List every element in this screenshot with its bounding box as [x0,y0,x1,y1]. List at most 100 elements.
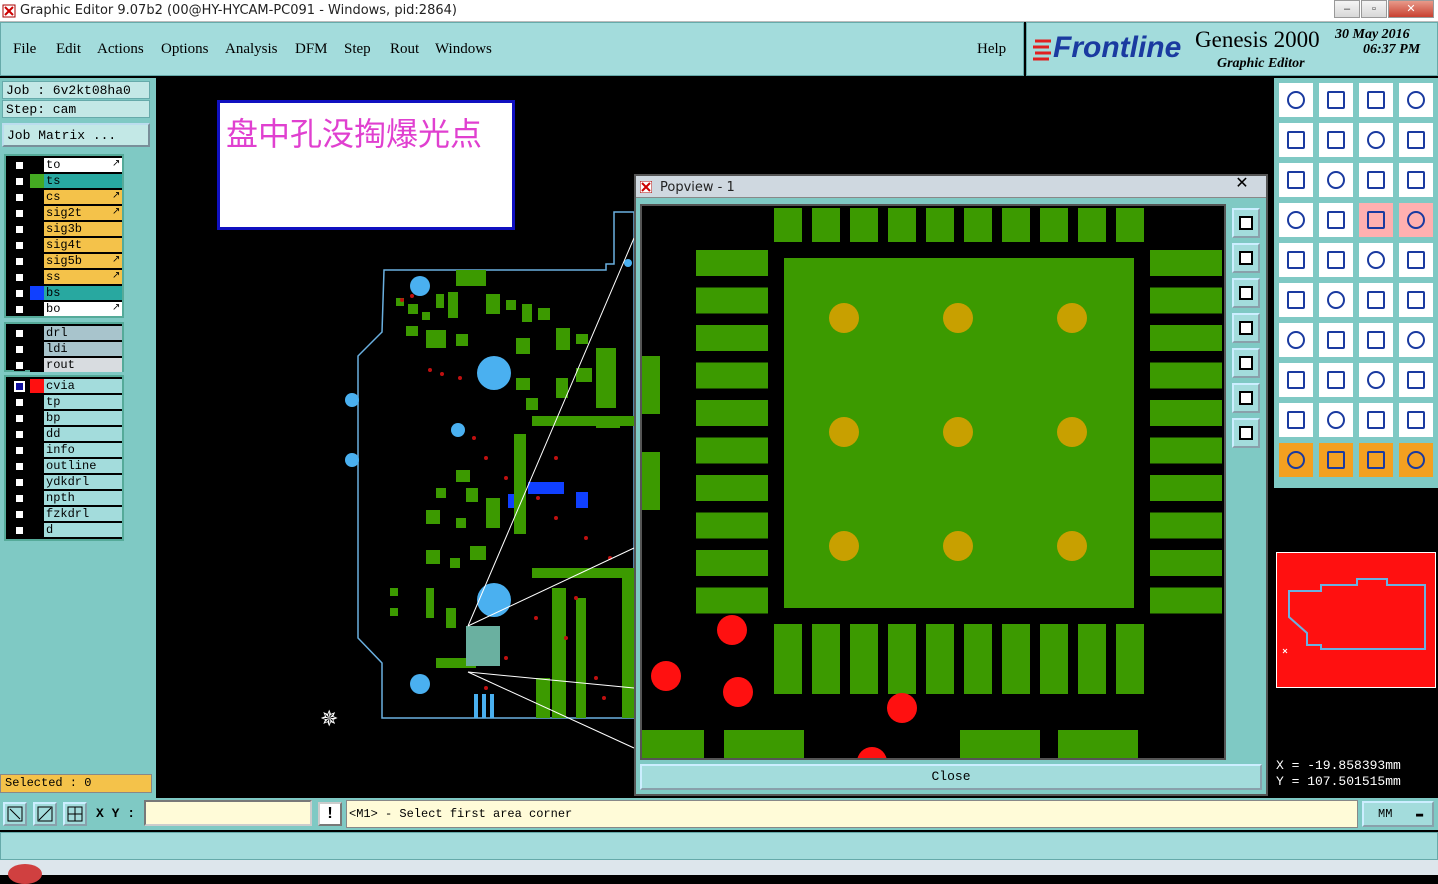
layer-checkbox[interactable] [14,288,25,299]
board-overview-map[interactable] [1276,552,1436,688]
layer-row-cvia[interactable]: cvia [6,379,122,394]
xy-input[interactable] [144,800,312,826]
layer-row-ydkdrl[interactable]: ydkdrl [6,475,122,490]
layer-checkbox[interactable] [14,413,25,424]
tool-button-triangle4[interactable] [1397,401,1435,439]
tool-button-mirror[interactable] [1397,321,1435,359]
layer-checkbox[interactable] [14,224,25,235]
tool-button-select4[interactable] [1397,441,1435,479]
tool-button-zoom-fit[interactable] [1357,121,1395,159]
popview-close-button[interactable]: Close [640,764,1262,790]
tool-button-triangle[interactable] [1277,401,1315,439]
maximize-button[interactable]: ▫ [1361,0,1387,18]
minimize-button[interactable]: – [1334,0,1360,18]
layer-row-outline[interactable]: outline [6,459,122,474]
layer-row-info[interactable]: info [6,443,122,458]
tool-button-arrow[interactable] [1357,281,1395,319]
layer-row-sig5b[interactable]: sig5b ↗ [6,254,122,269]
layer-checkbox[interactable] [14,509,25,520]
measure-button[interactable] [33,802,57,826]
layer-row-rout[interactable]: rout [6,358,122,373]
popview-canvas[interactable] [640,204,1226,760]
layer-row-npth[interactable]: npth [6,491,122,506]
tool-button-triangle3[interactable] [1357,401,1395,439]
tool-button-layer-red-active[interactable] [1397,201,1435,239]
menu-dfm[interactable]: DFM [295,41,328,58]
tool-button-line[interactable] [1317,241,1355,279]
layer-checkbox[interactable] [14,461,25,472]
popview-pan-left-button[interactable] [1232,313,1260,343]
layer-row-sig4t[interactable]: sig4t [6,238,122,253]
tool-button-scale[interactable] [1357,161,1395,199]
menu-step[interactable]: Step [344,41,371,58]
start-orb-icon[interactable] [8,864,42,884]
tool-button-home[interactable] [1357,81,1395,119]
layer-row-drl[interactable]: drl [6,326,122,341]
tool-button-pad[interactable] [1277,241,1315,279]
tool-button-measure[interactable] [1277,201,1315,239]
tool-button-select[interactable] [1277,441,1315,479]
tool-button-network[interactable] [1277,281,1315,319]
tool-button-zoom-in[interactable] [1277,121,1315,159]
tool-button-save[interactable] [1317,81,1355,119]
layer-row-tp[interactable]: tp [6,395,122,410]
tool-button-select3[interactable] [1357,441,1395,479]
tool-button-split[interactable] [1317,361,1355,399]
menu-rout[interactable]: Rout [390,41,419,58]
tool-button-circle[interactable] [1397,241,1435,279]
tool-button-open-step[interactable] [1277,81,1315,119]
popview-close-icon[interactable]: ✕ [1220,174,1264,194]
menu-options[interactable]: Options [161,41,209,58]
tool-button-center[interactable] [1317,161,1355,199]
layer-checkbox[interactable] [14,429,25,440]
tool-button-grid-snap[interactable] [1317,201,1355,239]
layer-checkbox[interactable] [14,360,25,371]
tool-button-zoom-out[interactable] [1317,121,1355,159]
layer-row-sig2t[interactable]: sig2t ↗ [6,206,122,221]
layer-row-bp[interactable]: bp [6,411,122,426]
layer-row-d[interactable]: d [6,523,122,538]
close-window-button[interactable]: ✕ [1388,0,1434,18]
tool-button-rotate[interactable] [1357,321,1395,359]
popview-zoom-out-button[interactable] [1232,278,1260,308]
layer-checkbox[interactable] [14,192,25,203]
popview-pan-right-button[interactable] [1232,348,1260,378]
layer-checkbox[interactable] [14,240,25,251]
popview-layer-button[interactable] [1232,208,1260,238]
layer-row-ldi[interactable]: ldi [6,342,122,357]
tool-button-redraw[interactable] [1397,121,1435,159]
tool-button-angle[interactable] [1277,321,1315,359]
alert-icon[interactable]: ! [318,802,342,826]
tool-button-slash[interactable] [1317,321,1355,359]
layer-row-sig3b[interactable]: sig3b [6,222,122,237]
menu-windows[interactable]: Windows [435,41,492,58]
job-matrix-button[interactable]: Job Matrix ... [2,123,150,147]
layer-checkbox[interactable] [14,160,25,171]
popview-fit-button[interactable] [1232,383,1260,413]
layer-checkbox[interactable] [14,256,25,267]
layer-row-bo[interactable]: bo ↗ [6,302,122,317]
tool-button-layer-red[interactable] [1357,201,1395,239]
tool-button-pan[interactable] [1277,161,1315,199]
layer-row-ts[interactable]: ts [6,174,122,189]
popview-zoom-in-button[interactable] [1232,243,1260,273]
layer-row-dd[interactable]: dd [6,427,122,442]
layer-checkbox[interactable] [14,304,25,315]
menu-actions[interactable]: Actions [97,41,144,58]
menu-help[interactable]: Help [977,41,1006,58]
layer-checkbox[interactable] [14,328,25,339]
layer-row-cs[interactable]: cs ↗ [6,190,122,205]
grid-button[interactable] [63,802,87,826]
tool-button-arrow-red[interactable] [1397,281,1435,319]
layer-row-fzkdrl[interactable]: fzkdrl [6,507,122,522]
menu-file[interactable]: File [13,41,36,58]
menu-edit[interactable]: Edit [56,41,81,58]
layer-row-bs[interactable]: bs [6,286,122,301]
layer-checkbox[interactable] [14,176,25,187]
tool-button-copy[interactable] [1397,361,1435,399]
tool-button-select2[interactable] [1317,441,1355,479]
layer-checkbox[interactable] [14,344,25,355]
layer-checkbox[interactable] [14,397,25,408]
tool-button-ruler[interactable] [1357,241,1395,279]
layer-checkbox[interactable] [14,525,25,536]
